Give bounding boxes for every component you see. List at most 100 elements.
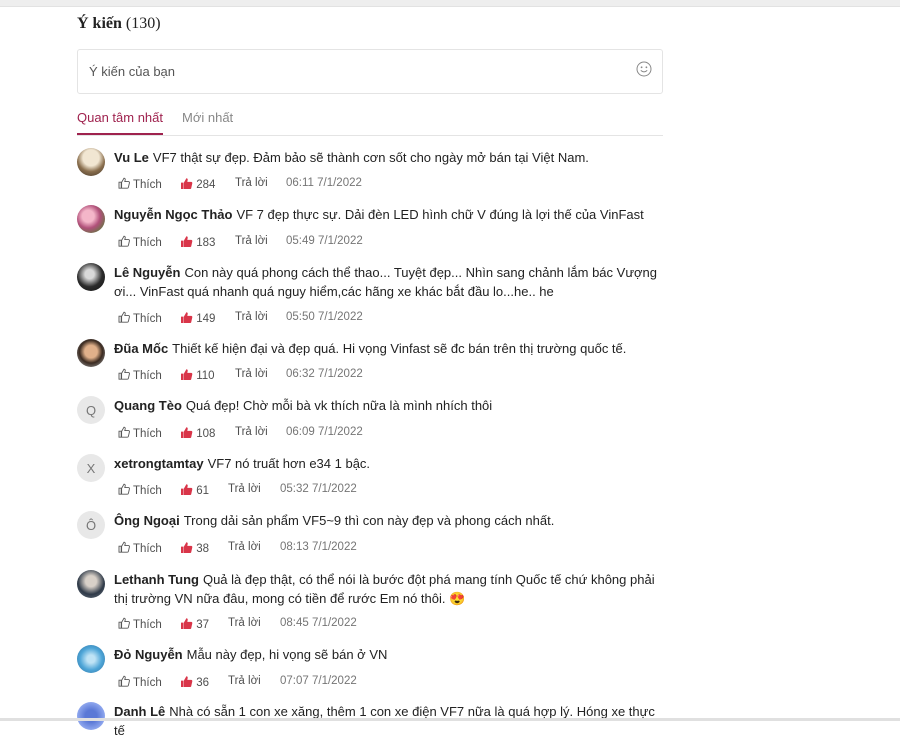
comment-timestamp: 06:11 7/1/2022	[286, 177, 362, 189]
like-count: 38	[196, 543, 209, 555]
comment-timestamp: 08:45 7/1/2022	[280, 617, 357, 629]
tab-newest[interactable]: Mới nhất	[182, 110, 233, 133]
reaction-count[interactable]: 36	[180, 675, 209, 689]
comment-tabs: Quan tâm nhất Mới nhất	[77, 110, 663, 136]
comment-text: Quang Tèo Quá đẹp! Chờ mỗi bà vk thích nữ…	[114, 396, 664, 415]
comment-author[interactable]: Đũa Mốc	[114, 341, 168, 356]
comment-text: Đỏ Nguyễn Mẫu này đẹp, hi vọng sẽ bán ở V…	[114, 645, 664, 664]
reply-button[interactable]: Trả lời	[228, 675, 261, 687]
reaction-count[interactable]: 108	[180, 426, 215, 440]
reaction-count[interactable]: 37	[180, 617, 209, 631]
reply-button[interactable]: Trả lời	[235, 235, 268, 247]
comment-text: Lê Nguyễn Con này quá phong cách thể thao…	[114, 263, 664, 301]
comment-author[interactable]: Nguyễn Ngọc Thảo	[114, 207, 232, 222]
like-button[interactable]: Thích	[118, 311, 162, 325]
comment-author[interactable]: Ông Ngoại	[114, 513, 180, 528]
reaction-count[interactable]: 183	[180, 235, 215, 249]
thumbs-up-icon	[118, 311, 130, 323]
like-label: Thích	[133, 179, 162, 191]
comment-author[interactable]: Quang Tèo	[114, 398, 182, 413]
like-label: Thích	[133, 619, 162, 631]
like-button[interactable]: Thích	[118, 368, 162, 382]
avatar[interactable]	[77, 570, 105, 598]
reply-button[interactable]: Trả lời	[235, 368, 268, 380]
comment-author[interactable]: Đỏ Nguyễn	[114, 647, 183, 662]
comment-text: Danh Lê Nhà có sẵn 1 con xe xăng, thêm 1 …	[114, 702, 664, 740]
comment-author[interactable]: Lê Nguyễn	[114, 265, 180, 280]
comment-text: Nguyễn Ngọc Thảo VF 7 đẹp thực sự. Dải đè…	[114, 205, 664, 224]
comment-author[interactable]: Danh Lê	[114, 704, 165, 719]
like-label: Thích	[133, 313, 162, 325]
like-count: 110	[196, 370, 215, 382]
reaction-like-icon	[181, 427, 193, 438]
reaction-count[interactable]: 284	[180, 177, 215, 191]
like-label: Thích	[133, 485, 162, 497]
reply-button[interactable]: Trả lời	[235, 311, 268, 323]
like-label: Thích	[133, 428, 162, 440]
reaction-count[interactable]: 38	[180, 541, 209, 555]
top-bar	[0, 0, 900, 7]
like-label: Thích	[133, 677, 162, 689]
reaction-like-icon	[181, 369, 193, 380]
avatar[interactable]	[77, 263, 105, 291]
reaction-like-icon	[181, 676, 193, 687]
like-button[interactable]: Thích	[118, 235, 162, 249]
avatar[interactable]: Ô	[77, 511, 105, 539]
comment-input-placeholder: Ý kiến của bạn	[89, 64, 176, 79]
avatar[interactable]	[77, 148, 105, 176]
comment-timestamp: 06:32 7/1/2022	[286, 368, 363, 380]
like-button[interactable]: Thích	[118, 617, 162, 631]
comment-body: Mẫu này đẹp, hi vọng sẽ bán ở VN	[186, 647, 388, 662]
comment-author[interactable]: Lethanh Tung	[114, 572, 199, 587]
comment-timestamp: 07:07 7/1/2022	[280, 675, 357, 687]
reaction-like-icon	[181, 484, 193, 495]
comment-text: Đũa Mốc Thiết kế hiện đại và đẹp quá. Hi …	[114, 339, 664, 358]
reaction-count[interactable]: 110	[180, 368, 215, 382]
reaction-like-icon	[181, 312, 193, 323]
reaction-like-icon	[181, 178, 193, 189]
avatar[interactable]	[77, 645, 105, 673]
reply-button[interactable]: Trả lời	[228, 541, 261, 553]
comments-heading: Ý kiến (130)	[77, 15, 161, 33]
like-label: Thích	[133, 543, 162, 555]
like-button[interactable]: Thích	[118, 426, 162, 440]
thumbs-up-icon	[118, 483, 130, 495]
comment-author[interactable]: xetrongtamtay	[114, 456, 204, 471]
comment-body: Trong dải sản phẩm VF5~9 thì con này đẹp…	[183, 513, 555, 528]
like-button[interactable]: Thích	[118, 541, 162, 555]
comments-count: (130)	[125, 15, 161, 32]
avatar[interactable]	[77, 339, 105, 367]
comment-input[interactable]: Ý kiến của bạn	[77, 49, 663, 94]
comment-body: Con này quá phong cách thể thao... Tuyệt…	[114, 265, 658, 299]
avatar[interactable]	[77, 702, 105, 730]
like-count: 183	[196, 237, 216, 249]
tab-most-interested[interactable]: Quan tâm nhất	[77, 110, 163, 135]
reaction-count[interactable]: 61	[180, 483, 209, 497]
like-count: 61	[196, 485, 209, 497]
comment-author[interactable]: Vu Le	[114, 150, 149, 165]
comment-body: VF7 thật sự đẹp. Đảm bảo sẽ thành cơn số…	[152, 150, 589, 165]
like-count: 149	[196, 313, 216, 325]
comment-body: Quá đẹp! Chờ mỗi bà vk thích nữa là mình…	[185, 398, 493, 413]
avatar[interactable]: Q	[77, 396, 105, 424]
like-button[interactable]: Thích	[118, 675, 162, 689]
reply-button[interactable]: Trả lời	[228, 617, 261, 629]
comment-body: VF7 nó truất hơn e34 1 bậc.	[207, 456, 371, 471]
reply-button[interactable]: Trả lời	[235, 177, 268, 189]
comment-text: xetrongtamtay VF7 nó truất hơn e34 1 bậc.	[114, 454, 664, 473]
like-count: 284	[196, 179, 216, 191]
reply-button[interactable]: Trả lời	[235, 426, 268, 438]
smiley-icon[interactable]	[636, 61, 652, 77]
comment-body: Nhà có sẵn 1 con xe xăng, thêm 1 con xe …	[114, 704, 655, 738]
thumbs-up-icon	[118, 235, 130, 247]
avatar[interactable]	[77, 205, 105, 233]
thumbs-up-icon	[118, 426, 130, 438]
like-button[interactable]: Thích	[118, 177, 162, 191]
thumbs-up-icon	[118, 177, 130, 189]
comment-timestamp: 05:49 7/1/2022	[286, 235, 363, 247]
comment-body: Thiết kế hiện đại và đẹp quá. Hi vọng Vi…	[172, 341, 627, 356]
avatar[interactable]: X	[77, 454, 105, 482]
reaction-count[interactable]: 149	[180, 311, 215, 325]
like-button[interactable]: Thích	[118, 483, 162, 497]
reply-button[interactable]: Trả lời	[228, 483, 261, 495]
